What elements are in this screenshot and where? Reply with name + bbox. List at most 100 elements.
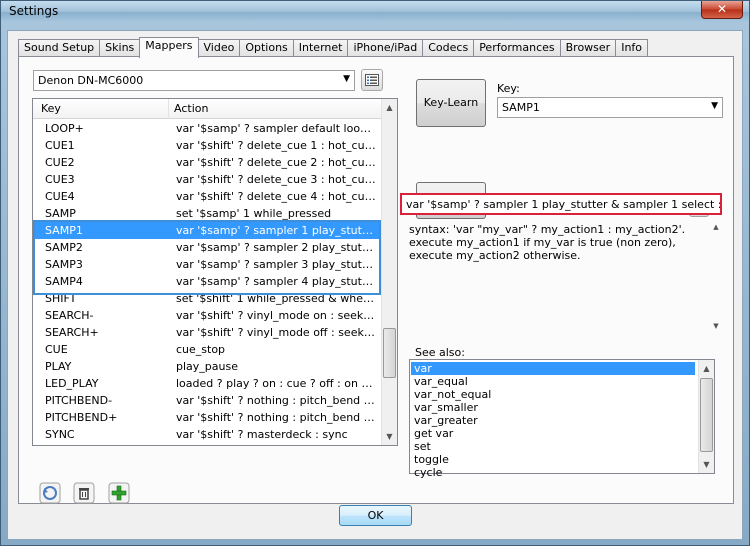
see-also-items: var var_equal var_not_equal var_smaller var_… xyxy=(411,362,695,479)
row-action: var '$shift' ? nothing : pitch_bend -2% … xyxy=(176,394,376,407)
key-select[interactable]: SAMP1 ▼ xyxy=(497,97,723,118)
tab-video[interactable]: Video xyxy=(197,39,241,57)
table-row[interactable]: SAMP2 var '$samp' ? sampler 2 play_stutte… xyxy=(33,239,382,256)
list-item[interactable]: var xyxy=(411,362,695,375)
list-item[interactable]: cycle xyxy=(411,466,695,479)
mapping-list[interactable]: Key Action LOOP+ var '$samp' ? sampler de… xyxy=(32,98,398,446)
table-row[interactable]: PLAY play_pause xyxy=(33,358,382,375)
row-action: var '$shift' ? masterdeck : sync xyxy=(176,428,348,441)
row-key: SEARCH+ xyxy=(45,326,99,339)
table-row[interactable]: LED_PLAY loaded ? play ? on : cue ? off :… xyxy=(33,375,382,392)
table-row[interactable]: SEARCH+ var '$shift' ? vinyl_mode off : s… xyxy=(33,324,382,341)
plus-icon xyxy=(108,482,130,504)
row-key: PITCHBEND+ xyxy=(45,411,118,424)
trash-icon xyxy=(73,482,95,504)
tab-options[interactable]: Options xyxy=(239,39,294,57)
table-row[interactable]: CUE4 var '$shift' ? delete_cue 4 : hot_cu… xyxy=(33,188,382,205)
key-learn-label: Key-Learn xyxy=(423,96,479,109)
table-row[interactable]: LOOP+ var '$samp' ? sampler default loop … xyxy=(33,120,382,137)
table-row[interactable]: SAMP3 var '$samp' ? sampler 3 play_stutte… xyxy=(33,256,382,273)
device-select[interactable]: Denon DN-MC6000 ▼ xyxy=(33,70,355,91)
dialog-client: Sound Setup Skins Mappers Video Options Inter… xyxy=(7,30,743,540)
table-row[interactable]: SAMP set '$samp' 1 while_pressed xyxy=(33,205,382,222)
table-row[interactable]: CUE2 var '$shift' ? delete_cue 2 : hot_cu… xyxy=(33,154,382,171)
row-key: SAMP1 xyxy=(45,224,83,237)
action-input-value: var '$samp' ? sampler 1 play_stutter & s… xyxy=(406,198,722,211)
table-row[interactable]: CUE cue_stop xyxy=(33,341,382,358)
tab-sound-setup[interactable]: Sound Setup xyxy=(18,39,101,57)
row-key: PITCHBEND- xyxy=(45,394,113,407)
close-button[interactable]: ✕ xyxy=(701,1,743,19)
ok-button[interactable]: OK xyxy=(339,505,412,526)
row-action: var '$shift' ? vinyl_mode on : seek -4 xyxy=(176,309,376,322)
undo-button[interactable] xyxy=(39,482,61,504)
list-item[interactable]: set xyxy=(411,440,695,453)
row-action: loaded ? play ? on : cue ? off : on blin… xyxy=(176,377,376,390)
tab-mappers[interactable]: Mappers xyxy=(139,37,199,58)
table-row[interactable]: SEARCH-var '$shift' ? vinyl_mode on : se… xyxy=(33,307,382,324)
tab-skins[interactable]: Skins xyxy=(99,39,141,57)
row-key: SAMP4 xyxy=(45,275,83,288)
title-bar[interactable]: Settings ✕ xyxy=(1,1,749,23)
list-item[interactable]: var_smaller xyxy=(411,401,695,414)
ok-label: OK xyxy=(367,509,384,522)
row-action: var '$samp' ? sampler 3 play_stutter & s… xyxy=(176,258,376,271)
key-learn-button[interactable]: Key-Learn xyxy=(416,79,486,127)
mapping-list-header: Key Action xyxy=(33,99,382,119)
list-item[interactable]: get var xyxy=(411,427,695,440)
list-view-button[interactable] xyxy=(361,69,383,91)
tab-info[interactable]: Info xyxy=(615,39,649,57)
window-title: Settings xyxy=(9,4,59,18)
add-button[interactable] xyxy=(108,482,130,504)
scroll-up-icon[interactable]: ▲ xyxy=(699,360,714,377)
action-input[interactable]: var '$samp' ? sampler 1 play_stutter & s… xyxy=(400,193,722,215)
row-key: SHIFT xyxy=(45,292,77,305)
scroll-up-icon[interactable]: ▲ xyxy=(709,219,723,236)
scroll-thumb[interactable] xyxy=(383,328,396,378)
table-row[interactable]: SAMP4 var '$samp' ? sampler 4 play_stutte… xyxy=(33,273,382,290)
table-row[interactable]: CUE1 var '$shift' ? delete_cue 1 : hot_cu… xyxy=(33,137,382,154)
chevron-down-icon: ▼ xyxy=(711,101,718,111)
row-action: var '$shift' ? delete_cue 4 : hot_cue 4 xyxy=(176,190,376,203)
tab-internet[interactable]: Internet xyxy=(292,39,349,57)
table-row[interactable]: PITCHBEND-var '$shift' ? nothing : pitch… xyxy=(33,392,382,409)
mapping-rows: LOOP+ var '$samp' ? sampler default loop … xyxy=(33,120,382,443)
tab-browser[interactable]: Browser xyxy=(559,39,617,57)
syntax-scrollbar[interactable]: ▲ ▼ xyxy=(709,219,723,335)
scroll-down-icon[interactable]: ▼ xyxy=(709,318,723,335)
row-key: CUE4 xyxy=(45,190,75,203)
column-header-action[interactable]: Action xyxy=(174,102,208,115)
delete-button[interactable] xyxy=(73,482,95,504)
list-view-icon xyxy=(365,74,379,86)
close-icon: ✕ xyxy=(716,2,728,16)
row-action: var '$samp' ? sampler 1 play_stutter & s… xyxy=(176,224,376,237)
row-action: set '$samp' 1 while_pressed xyxy=(176,207,332,220)
table-row[interactable]: SHIFT set '$shift' 1 while_pressed & whee… xyxy=(33,290,382,307)
scroll-thumb[interactable] xyxy=(700,378,713,452)
see-also-label: See also: xyxy=(415,346,465,359)
list-item[interactable]: var_equal xyxy=(411,375,695,388)
mapping-list-scrollbar[interactable]: ▲ ▼ xyxy=(381,99,397,445)
table-row[interactable]: SAMP1 var '$samp' ? sampler 1 play_stutte… xyxy=(33,222,382,239)
row-key: SAMP3 xyxy=(45,258,83,271)
scroll-down-icon[interactable]: ▼ xyxy=(699,456,714,473)
see-also-scrollbar[interactable]: ▲ ▼ xyxy=(698,360,714,473)
row-action: var '$shift' ? vinyl_mode off : seek +4 xyxy=(176,326,376,339)
tab-strip: Sound Setup Skins Mappers Video Options Inter… xyxy=(18,37,649,58)
row-key: SEARCH- xyxy=(45,309,94,322)
table-row[interactable]: PITCHBEND+ var '$shift' ? nothing : pitch… xyxy=(33,409,382,426)
list-item[interactable]: var_greater xyxy=(411,414,695,427)
table-row[interactable]: SYNC var '$shift' ? masterdeck : sync xyxy=(33,426,382,443)
syntax-help-text: syntax: 'var "my_var" ? my_action1 : my_… xyxy=(409,223,686,262)
list-item[interactable]: var_not_equal xyxy=(411,388,695,401)
table-row[interactable]: CUE3 var '$shift' ? delete_cue 3 : hot_cu… xyxy=(33,171,382,188)
see-also-list[interactable]: var var_equal var_not_equal var_smaller var_… xyxy=(409,359,715,479)
scroll-down-icon[interactable]: ▼ xyxy=(382,428,397,445)
tab-iphone-ipad[interactable]: iPhone/iPad xyxy=(347,39,424,57)
list-item[interactable]: toggle xyxy=(411,453,695,466)
column-header-key[interactable]: Key xyxy=(41,102,61,115)
tab-codecs[interactable]: Codecs xyxy=(422,39,475,57)
tab-performances[interactable]: Performances xyxy=(473,39,561,57)
device-select-value: Denon DN-MC6000 xyxy=(38,74,144,87)
scroll-up-icon[interactable]: ▲ xyxy=(382,99,397,116)
